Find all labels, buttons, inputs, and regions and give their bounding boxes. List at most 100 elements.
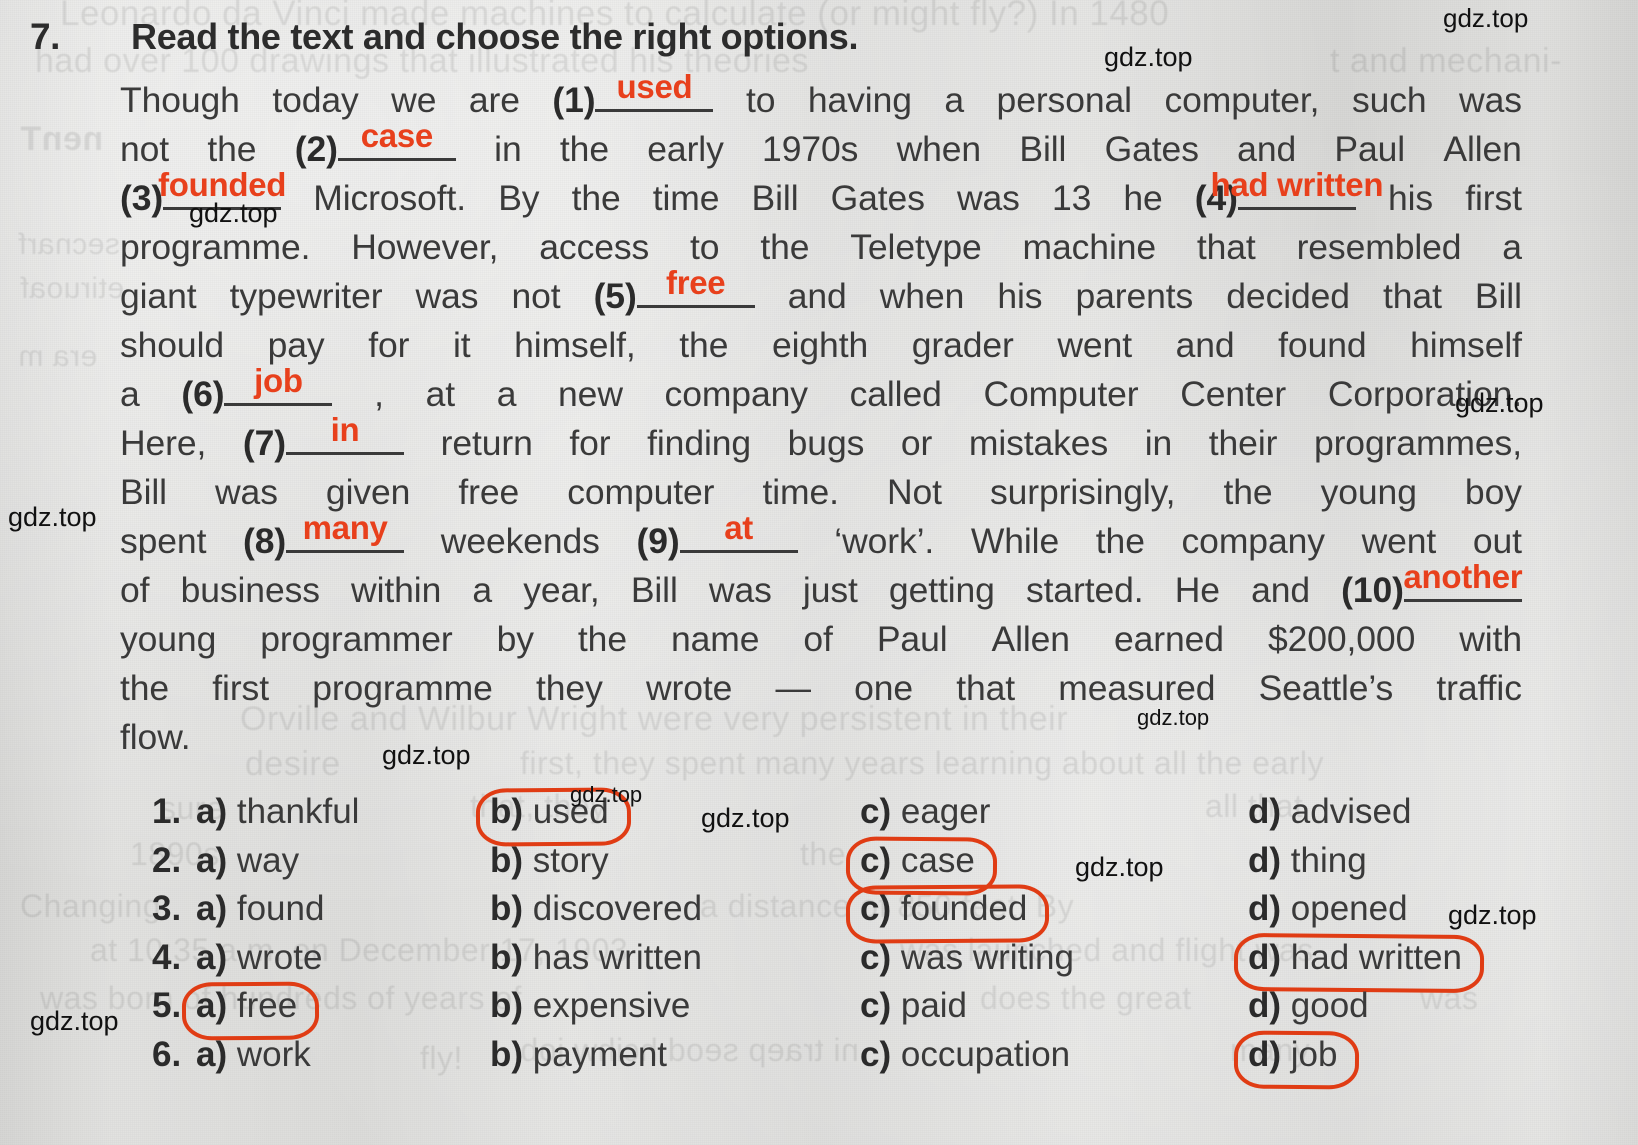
- passage-word: having: [807, 80, 912, 120]
- passage-word: the: [577, 619, 627, 659]
- option-choice[interactable]: c) eager: [860, 792, 990, 832]
- passage-word: company: [1181, 521, 1325, 561]
- passage-word: giant: [120, 276, 197, 316]
- answer-blank[interactable]: many: [286, 511, 405, 553]
- passage-word: boy: [1464, 472, 1522, 512]
- handwritten-answer: used: [616, 68, 693, 105]
- option-choice[interactable]: b) story: [490, 841, 609, 881]
- option-choice[interactable]: d) job: [1248, 1035, 1337, 1075]
- passage-word: his: [997, 276, 1043, 316]
- passage-word: himself,: [514, 325, 636, 365]
- passage-word: the: [679, 325, 729, 365]
- passage-word: the: [571, 178, 621, 218]
- passage-word: not: [511, 276, 561, 316]
- passage-word: By: [498, 178, 540, 218]
- option-choice[interactable]: a) thankful: [196, 792, 359, 832]
- passage-word: Paul: [876, 619, 948, 659]
- option-choice[interactable]: a) way: [196, 841, 299, 881]
- option-text: way: [227, 840, 300, 880]
- passage-word: in: [494, 129, 522, 169]
- exercise-content: 7. Read the text and choose the right op…: [0, 0, 1638, 1145]
- option-letter: d): [1248, 792, 1282, 831]
- passage-line: should pay for it himself, the eighth grader wen…: [120, 321, 1522, 370]
- gap-with-answer: (9) at: [636, 511, 798, 566]
- passage-word: free: [458, 472, 520, 512]
- answer-blank[interactable]: another: [1403, 560, 1523, 602]
- option-choice[interactable]: d) advised: [1248, 792, 1411, 832]
- option-choice[interactable]: a) found: [196, 889, 324, 929]
- option-choice[interactable]: b) expensive: [490, 986, 690, 1026]
- option-choice[interactable]: d) good: [1248, 986, 1369, 1026]
- passage-word: —: [775, 668, 811, 708]
- passage-word: in: [1144, 423, 1173, 463]
- answer-blank[interactable]: used: [595, 70, 714, 112]
- answer-blank[interactable]: job: [224, 364, 333, 406]
- option-letter: c): [860, 986, 892, 1026]
- option-text: opened: [1281, 889, 1408, 929]
- option-letter: c): [860, 889, 892, 929]
- option-text: case: [891, 840, 975, 880]
- answer-blank[interactable]: had written: [1211, 168, 1384, 210]
- passage-word: are: [468, 80, 520, 120]
- passage-word: resembled: [1296, 227, 1462, 267]
- passage-word: and: [787, 276, 847, 316]
- gap-number: (9): [636, 521, 680, 561]
- passage-word: the: [559, 129, 609, 169]
- handwritten-answer: had written: [1210, 166, 1384, 203]
- option-choice[interactable]: c) occupation: [860, 1035, 1070, 1075]
- passage-word: While: [970, 521, 1060, 561]
- passage-word: computer: [567, 472, 715, 512]
- passage-word: a: [120, 374, 140, 414]
- option-choice[interactable]: c) case: [860, 841, 975, 881]
- reading-passage: Though today we are (1) used to having a personal…: [120, 70, 1523, 762]
- option-choice[interactable]: b) payment: [490, 1035, 667, 1075]
- option-choice[interactable]: c) paid: [860, 986, 967, 1026]
- passage-word: $200,000: [1267, 619, 1416, 659]
- passage-word: and: [1175, 325, 1235, 365]
- option-choice[interactable]: d) thing: [1248, 841, 1367, 881]
- option-choice[interactable]: a) work: [196, 1035, 311, 1075]
- passage-word: Center: [1180, 374, 1287, 414]
- option-choice[interactable]: a) wrote: [196, 938, 322, 978]
- passage-word: today: [272, 80, 359, 120]
- handwritten-answer: another: [1403, 558, 1523, 595]
- passage-word: Gates: [830, 178, 925, 218]
- passage-word: with: [1459, 619, 1522, 659]
- passage-word: Bill: [1474, 276, 1522, 316]
- passage-line: young programmer by the name of Paul Allen earne…: [120, 615, 1522, 664]
- answer-blank[interactable]: at: [679, 511, 798, 553]
- passage-word: programmes,: [1313, 423, 1522, 463]
- answer-options-grid: 1. a) thankful b) used c) eager d) advised 2.…: [152, 787, 1572, 1090]
- passage-word: company: [664, 374, 808, 414]
- option-choice[interactable]: b) has written: [490, 938, 702, 978]
- passage-word: was: [215, 472, 278, 512]
- option-choice[interactable]: c) was writing: [860, 938, 1074, 978]
- option-choice[interactable]: a) free: [196, 986, 297, 1026]
- answer-blank[interactable]: in: [286, 413, 405, 455]
- option-letter: b): [490, 792, 524, 831]
- answer-blank[interactable]: case: [337, 119, 456, 161]
- gap-with-answer: (3) founded: [120, 168, 286, 223]
- gap-with-answer: (7) in: [243, 413, 405, 468]
- passage-word: such: [1351, 80, 1427, 120]
- gap-number: (8): [243, 521, 287, 561]
- option-row-number: 1.: [152, 792, 182, 831]
- passage-word: himself: [1410, 325, 1522, 365]
- answer-blank[interactable]: free: [636, 266, 755, 308]
- passage-word: Bill: [1019, 129, 1067, 169]
- passage-word: programmer: [260, 619, 453, 659]
- passage-word: weekends: [440, 521, 600, 561]
- passage-word: Not: [886, 472, 942, 512]
- passage-word: that: [1383, 276, 1442, 316]
- exercise-title: Read the text and choose the right optio…: [131, 16, 859, 57]
- option-choice[interactable]: c) founded: [860, 889, 1027, 929]
- option-choice[interactable]: d) opened: [1248, 889, 1408, 929]
- answer-blank[interactable]: founded: [158, 168, 286, 210]
- option-choice[interactable]: b) discovered: [490, 889, 702, 929]
- option-choice[interactable]: b) used: [490, 792, 609, 832]
- gap-with-answer: (4) had written: [1195, 168, 1384, 223]
- gap-number: (5): [593, 276, 637, 316]
- option-letter: d): [1248, 889, 1282, 929]
- option-row-number: 5.: [152, 986, 182, 1026]
- option-choice[interactable]: d) had written: [1248, 938, 1462, 978]
